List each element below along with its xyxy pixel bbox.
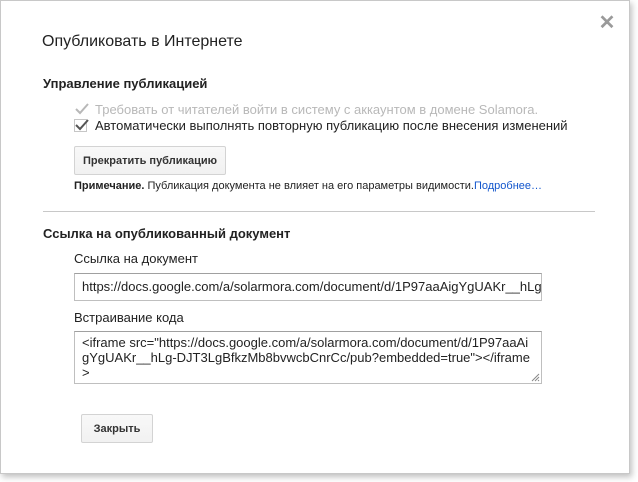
embed-label: Встраивание кода <box>74 310 184 325</box>
close-icon[interactable]: ✕ <box>597 13 617 33</box>
require-signin-label: Требовать от читателей войти в систему с… <box>95 101 539 117</box>
require-signin-row: Требовать от читателей войти в систему с… <box>74 101 538 117</box>
section-divider <box>43 211 595 212</box>
auto-republish-row[interactable]: Автоматически выполнять повторную публик… <box>74 117 568 133</box>
auto-republish-label: Автоматически выполнять повторную публик… <box>95 117 568 133</box>
document-link-field[interactable]: https://docs.google.com/a/solarmora.com/… <box>74 273 542 301</box>
dialog-title: Опубликовать в Интернете <box>42 33 243 50</box>
require-signin-checkbox <box>74 102 89 116</box>
note-text: Публикация документа не влияет на его па… <box>144 180 474 192</box>
embed-code-field[interactable]: <iframe src="https://docs.google.com/a/s… <box>74 331 542 384</box>
management-heading: Управление публикацией <box>43 76 208 91</box>
learn-more-link[interactable]: Подробнее… <box>474 180 542 192</box>
stop-publishing-button[interactable]: Прекратить публикацию <box>74 146 226 175</box>
resize-grip-icon[interactable] <box>531 373 540 382</box>
close-button[interactable]: Закрыть <box>81 414 153 443</box>
published-link-heading: Ссылка на опубликованный документ <box>43 226 291 241</box>
note-label: Примечание. <box>74 180 145 192</box>
publish-dialog: ✕ Опубликовать в Интернете Управление пу… <box>0 0 630 474</box>
checkmark-icon <box>75 118 89 130</box>
auto-republish-checkbox[interactable] <box>74 118 89 132</box>
visibility-note: Примечание. Публикация документа не влия… <box>74 180 542 192</box>
link-label: Ссылка на документ <box>74 251 198 266</box>
checkmark-icon <box>75 102 89 114</box>
